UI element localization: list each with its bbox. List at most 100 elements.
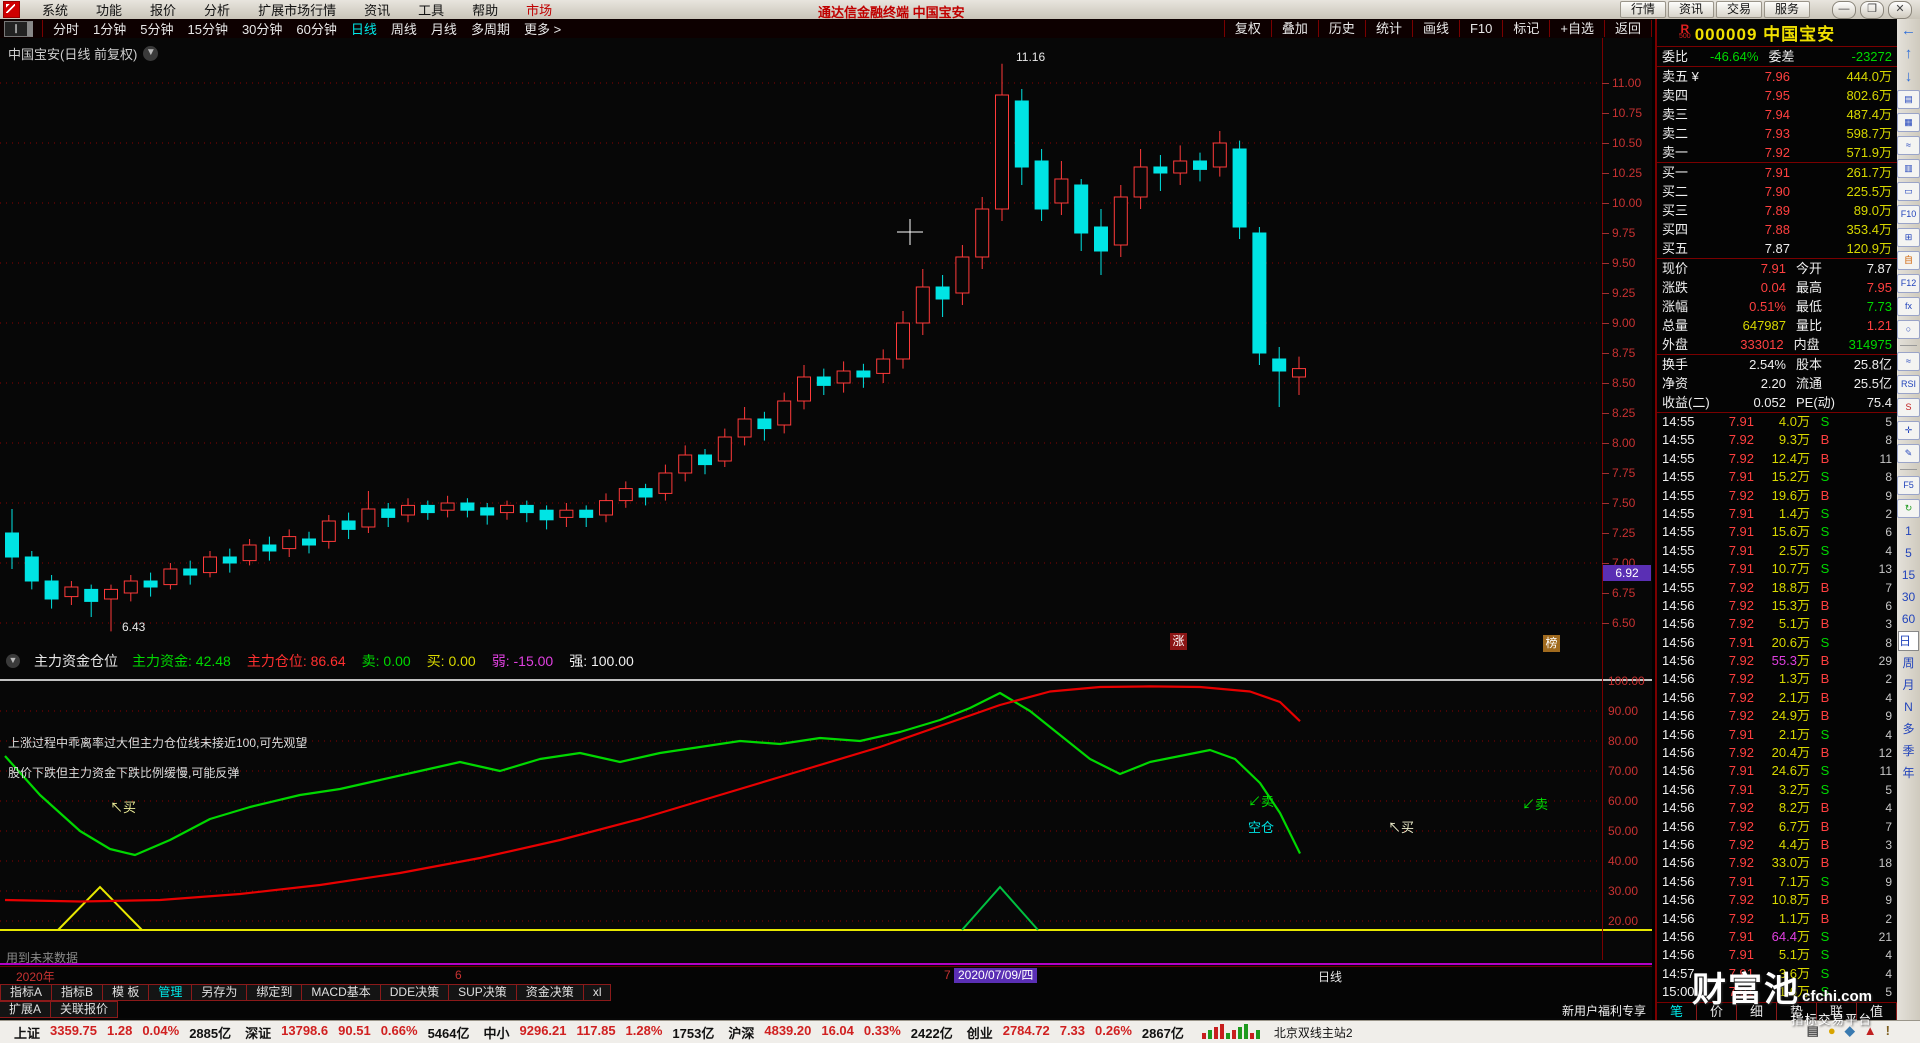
promo-text[interactable]: 新用户福利专享: [1562, 1002, 1646, 1019]
restore-icon[interactable]: ❐: [1860, 1, 1884, 19]
strip-period-30[interactable]: 30: [1902, 586, 1915, 608]
period-月线[interactable]: 月线: [424, 19, 464, 38]
indicator-chart[interactable]: [0, 652, 1652, 948]
tick-row[interactable]: 14:56 7.91 3.2万 S 5: [1657, 781, 1897, 799]
circle-tool-icon[interactable]: ○: [1897, 320, 1920, 339]
panel-tab-细[interactable]: 细: [1737, 1002, 1777, 1020]
tool-统计[interactable]: 统计: [1364, 20, 1412, 37]
tick-row[interactable]: 14:56 7.92 6.7万 B 7: [1657, 818, 1897, 836]
order-level-row[interactable]: 卖一 7.92 571.9万: [1657, 143, 1897, 162]
menu-item-扩展市场行情[interactable]: 扩展市场行情: [244, 0, 350, 19]
signal-s-icon[interactable]: S: [1897, 398, 1920, 417]
tick-row[interactable]: 14:56 7.91 5.1万 S 4: [1657, 946, 1897, 964]
tick-row[interactable]: 14:55 7.92 12.4万 B 11: [1657, 450, 1897, 468]
tool-历史[interactable]: 历史: [1317, 20, 1365, 37]
tick-row[interactable]: 14:56 7.92 1.1万 B 2: [1657, 910, 1897, 928]
kline-view-icon[interactable]: ▥: [1897, 159, 1920, 178]
panel-tab-势[interactable]: 势: [1777, 1002, 1817, 1020]
menu-item-功能[interactable]: 功能: [82, 0, 136, 19]
strip-period-日[interactable]: 日: [1898, 631, 1919, 651]
strip-period-5[interactable]: 5: [1905, 542, 1912, 564]
stock-header[interactable]: R 500 000009 中国宝安: [1657, 19, 1897, 47]
index-深证[interactable]: 深证 13798.6 90.51 0.66% 5464亿: [245, 1023, 469, 1042]
report-view-icon[interactable]: ▤: [1897, 90, 1920, 109]
chart-area[interactable]: [0, 38, 1652, 1020]
tick-row[interactable]: 14:56 7.92 5.1万 B 3: [1657, 615, 1897, 633]
order-level-row[interactable]: 买三 7.89 89.0万: [1657, 201, 1897, 220]
order-level-row[interactable]: 卖四 7.95 802.6万: [1657, 86, 1897, 105]
tab-指标A[interactable]: 指标A: [0, 984, 53, 1001]
custom-stock-icon[interactable]: 自: [1897, 251, 1920, 270]
tick-row[interactable]: 14:56 7.91 7.1万 S 9: [1657, 873, 1897, 891]
strip-period-季[interactable]: 季: [1902, 740, 1914, 762]
down-arrow-icon[interactable]: ↓: [1898, 65, 1919, 88]
tab-xl[interactable]: xl: [583, 984, 612, 1001]
tick-row[interactable]: 14:56 7.92 1.3万 B 2: [1657, 670, 1897, 688]
trend-chart-icon[interactable]: ≈: [1897, 136, 1920, 155]
tick-row[interactable]: 14:57 7.91 3.6万 S 4: [1657, 965, 1897, 983]
order-level-row[interactable]: 卖二 7.93 598.7万: [1657, 124, 1897, 143]
tab-MACD基本[interactable]: MACD基本: [302, 984, 381, 1001]
titlebar-button-服务[interactable]: 服务: [1763, 1, 1810, 18]
multi-window-icon[interactable]: ⊞: [1897, 228, 1920, 247]
strip-period-N[interactable]: N: [1904, 696, 1913, 718]
panel-tab-笔[interactable]: 笔: [1657, 1002, 1697, 1020]
order-level-row[interactable]: 买二 7.90 225.5万: [1657, 182, 1897, 201]
titlebar-button-行情[interactable]: 行情: [1619, 1, 1666, 18]
server-name[interactable]: 北京双线主站2: [1274, 1024, 1353, 1041]
tick-row[interactable]: 14:56 7.91 24.6万 S 11: [1657, 762, 1897, 780]
tab-管理[interactable]: 管理: [149, 984, 193, 1001]
strip-period-多[interactable]: 多: [1902, 718, 1914, 740]
draw-pencil-icon[interactable]: ✎: [1897, 444, 1920, 463]
tick-row[interactable]: 14:55 7.91 2.5万 S 4: [1657, 542, 1897, 560]
tab-资金决策[interactable]: 资金决策: [516, 984, 584, 1001]
alert-icon[interactable]: !: [1886, 1023, 1890, 1039]
period-30分钟[interactable]: 30分钟: [235, 19, 289, 38]
tab-SUP决策[interactable]: SUP决策: [449, 984, 517, 1001]
menu-item-资讯[interactable]: 资讯: [350, 0, 404, 19]
order-level-row[interactable]: 卖三 7.94 487.4万: [1657, 105, 1897, 124]
tick-row[interactable]: 14:56 7.92 2.1万 B 4: [1657, 689, 1897, 707]
tick-row[interactable]: 14:55 7.91 10.7万 S 13: [1657, 560, 1897, 578]
period-周线[interactable]: 周线: [384, 19, 424, 38]
menu-item-市场[interactable]: 市场: [512, 0, 566, 19]
reload-icon[interactable]: ↻: [1897, 499, 1920, 518]
tab-模 板[interactable]: 模 板: [103, 984, 150, 1001]
menu-item-帮助[interactable]: 帮助: [458, 0, 512, 19]
strip-period-15[interactable]: 15: [1902, 564, 1915, 586]
strip-period-1[interactable]: 1: [1905, 520, 1912, 542]
tick-row[interactable]: 14:56 7.92 20.4万 B 12: [1657, 744, 1897, 762]
split-screen-icon[interactable]: ❙: [4, 20, 33, 37]
formula-icon[interactable]: fx: [1897, 297, 1920, 316]
close-icon[interactable]: ✕: [1888, 1, 1912, 19]
satellite-icon[interactable]: ◆: [1845, 1023, 1855, 1039]
tick-row[interactable]: 14:56 7.92 8.2万 B 4: [1657, 799, 1897, 817]
indicator-name[interactable]: 主力资金仓位: [34, 651, 118, 671]
order-level-row[interactable]: 买四 7.88 353.4万: [1657, 220, 1897, 239]
menu-item-报价[interactable]: 报价: [136, 0, 190, 19]
coin-icon[interactable]: ●: [1828, 1023, 1836, 1039]
candlestick-chart[interactable]: [0, 38, 1652, 652]
tab-另存为[interactable]: 另存为: [192, 984, 248, 1001]
tab-DDE决策[interactable]: DDE决策: [380, 984, 450, 1001]
strip-period-60[interactable]: 60: [1902, 608, 1915, 630]
period-5分钟[interactable]: 5分钟: [133, 19, 180, 38]
tick-row[interactable]: 14:56 7.92 4.4万 B 3: [1657, 836, 1897, 854]
grid-quote-icon[interactable]: ▦: [1897, 113, 1920, 132]
f12-trade-icon[interactable]: F12: [1897, 274, 1920, 293]
strip-period-月[interactable]: 月: [1902, 674, 1914, 696]
tab-扩展A[interactable]: 扩展A: [0, 1001, 52, 1018]
tick-row[interactable]: 14:56 7.92 10.8万 B 9: [1657, 891, 1897, 909]
period-60分钟[interactable]: 60分钟: [289, 19, 343, 38]
period-15分钟[interactable]: 15分钟: [180, 19, 234, 38]
tick-row[interactable]: 14:55 7.91 15.6万 S 6: [1657, 523, 1897, 541]
tick-row[interactable]: 14:55 7.91 4.0万 S 5: [1657, 413, 1897, 431]
tick-row[interactable]: 15:00 7.91 1.6万 S 5: [1657, 983, 1897, 1001]
period-1分钟[interactable]: 1分钟: [86, 19, 133, 38]
tab-关联报价[interactable]: 关联报价: [51, 1001, 119, 1018]
tick-row[interactable]: 14:55 7.91 1.4万 S 2: [1657, 505, 1897, 523]
titlebar-button-交易[interactable]: 交易: [1715, 1, 1762, 18]
wave-indicator-icon[interactable]: ≈: [1897, 352, 1920, 371]
tick-row[interactable]: 14:56 7.92 33.0万 B 18: [1657, 854, 1897, 872]
tool-画线[interactable]: 画线: [1411, 20, 1459, 37]
